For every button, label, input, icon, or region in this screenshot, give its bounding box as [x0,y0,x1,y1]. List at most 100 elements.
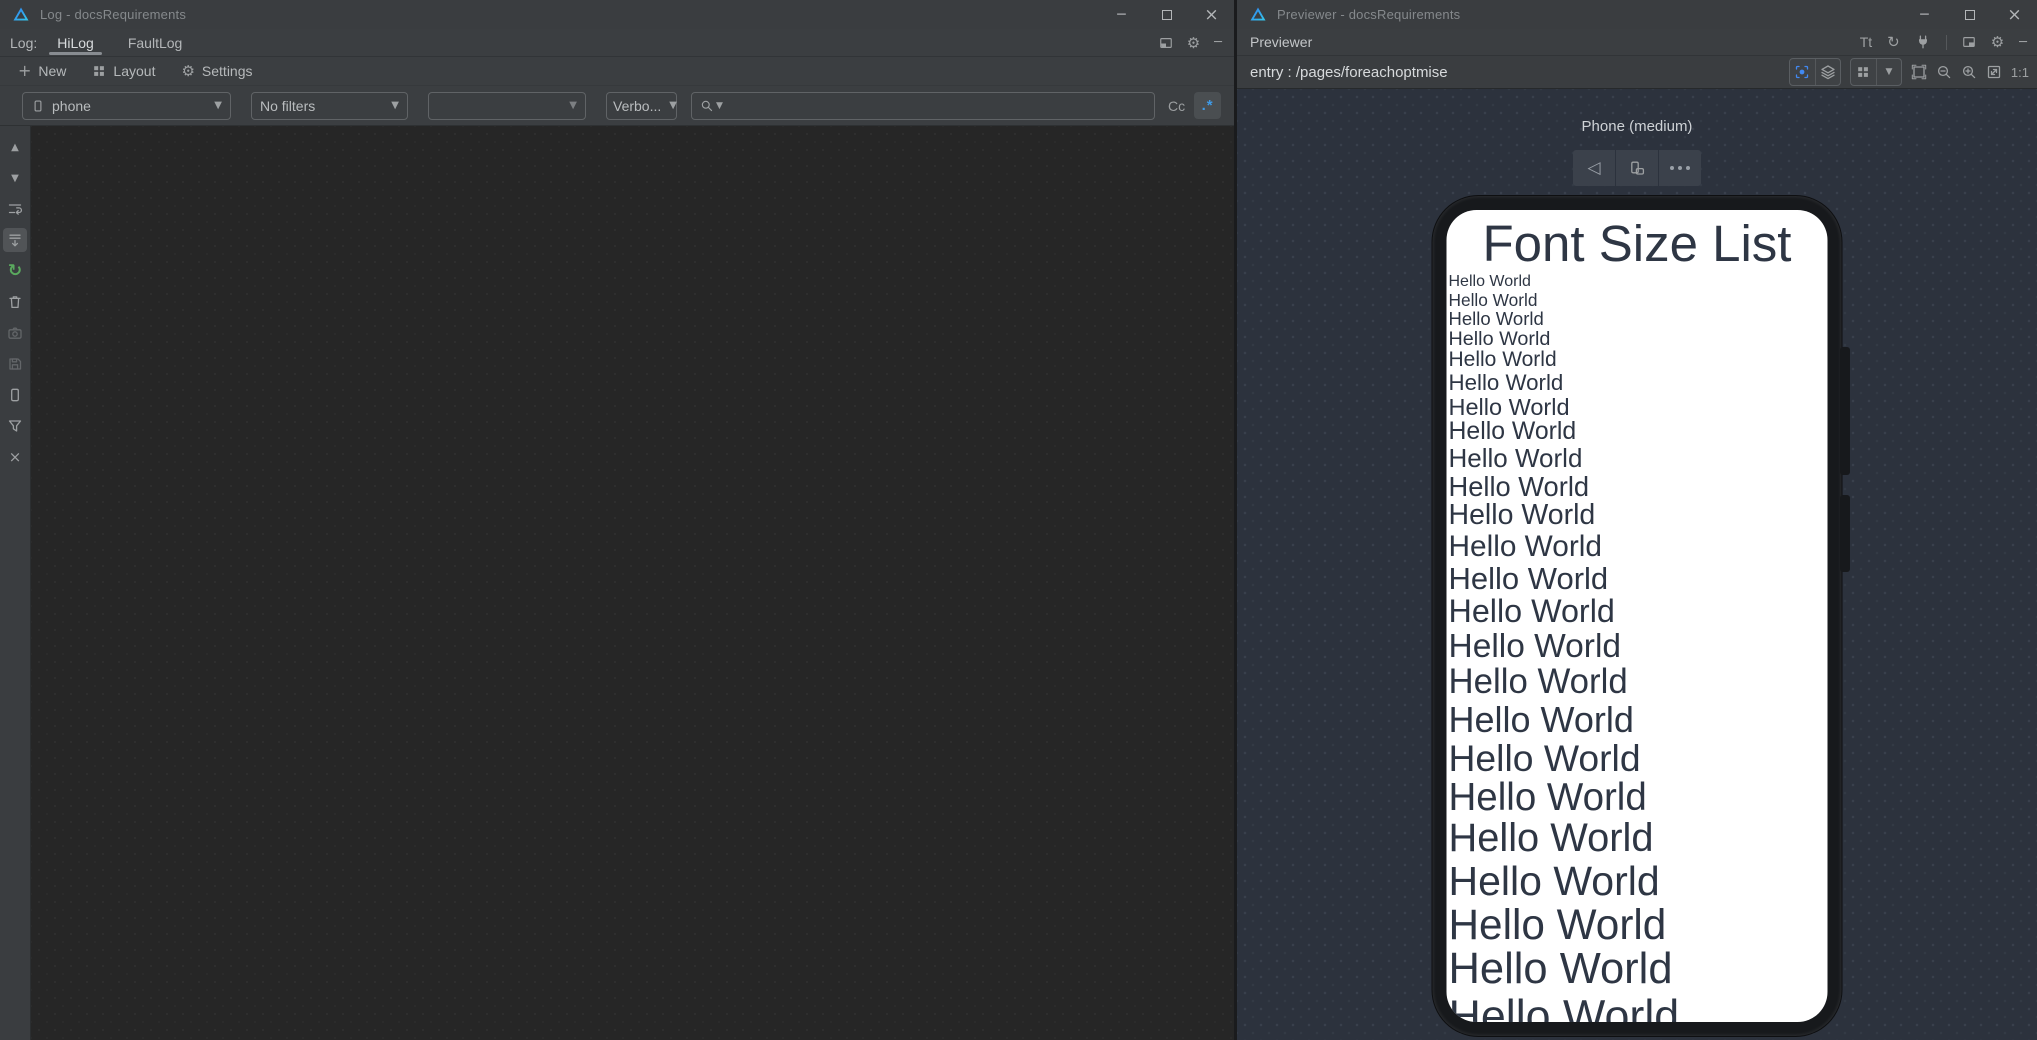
inspector-toggle-group [1788,58,1841,86]
tab-hilog[interactable]: HiLog [49,29,102,56]
chevron-down-icon: ▼ [669,100,677,111]
close-icon[interactable]: × [1992,0,2037,29]
regex-toggle[interactable]: .* [1194,92,1222,119]
maximize-icon[interactable] [1144,0,1189,29]
process-select[interactable]: ▼ [428,91,586,120]
export-log-icon[interactable] [3,352,27,376]
tab-faultlog[interactable]: FaultLog [122,29,188,56]
plugin-icon[interactable] [1915,34,1931,50]
app-title: Font Size List [1482,215,1792,272]
layers-button[interactable] [1814,59,1840,85]
search-icon [701,100,713,111]
previewer-titlebar: Previewer - docsRequirements ─ × [1237,0,2037,29]
hello-world-text: Hello World [1448,816,1654,861]
settings-button[interactable]: ⚙ Settings [181,62,252,80]
hello-world-text: Hello World [1448,273,1531,291]
grid-view-button[interactable] [1851,59,1876,85]
scroll-to-end-icon[interactable] [3,228,27,252]
gear-icon[interactable]: ⚙ [1991,33,2004,51]
rotate-device-button[interactable] [1615,150,1658,186]
previewer-panel-title: Previewer [1250,34,1313,50]
phone-volume-button [1840,347,1850,475]
scroll-to-top-icon[interactable]: ▲ [3,135,27,159]
device-profile-label: Phone (medium) [1581,118,1693,135]
layers-icon [1821,65,1835,80]
zoom-ratio-button[interactable]: 1:1 [2011,65,2029,80]
search-options-chevron-icon[interactable]: ▼ [716,101,723,111]
refresh-icon[interactable]: ↻ [1887,33,1900,51]
log-search-box: ▼ [691,91,1155,120]
layout-panel-icon[interactable] [1962,35,1976,49]
view-mode-dropdown[interactable]: ▼ [1875,59,1901,85]
entry-bar: entry : /pages/foreachoptmise ▼ 1:1 [1237,56,2037,89]
scroll-to-bottom-icon[interactable]: ▼ [3,166,27,190]
inspect-mode-button[interactable] [1790,59,1815,85]
inspect-icon [1796,65,1809,79]
soft-wrap-icon[interactable] [3,197,27,221]
entry-path: entry : /pages/foreachoptmise [1250,63,1448,81]
hello-world-text: Hello World [1448,628,1622,666]
minimize-icon[interactable]: ─ [1902,0,1947,29]
back-button[interactable]: ◁ [1573,150,1615,186]
log-side-toolbar: ▲ ▼ ↻ × [0,126,31,1040]
frame-bounds-icon[interactable] [1911,64,1927,80]
hello-world-text: Hello World [1448,945,1673,994]
hide-panel-icon[interactable]: ─ [1214,35,1222,50]
hello-world-list: Hello World Hello World Hello World Hell… [1447,273,1828,1022]
phone-screen[interactable]: Font Size List Hello World Hello World H… [1446,210,1828,1022]
maximize-icon[interactable] [1947,0,1992,29]
hello-world-text: Hello World [1448,775,1647,819]
fit-to-screen-icon[interactable] [1986,64,2002,80]
hello-world-text: Hello World [1448,530,1602,564]
hello-world-text: Hello World [1448,348,1557,372]
close-icon[interactable]: × [1189,0,1234,29]
log-output-area[interactable] [31,126,1234,1040]
chevron-down-icon: ▼ [214,100,222,111]
hello-world-text: Hello World [1448,289,1538,310]
minimize-icon[interactable]: ─ [1099,0,1144,29]
hello-world-text: Hello World [1448,499,1596,532]
device-select[interactable]: phone ▼ [22,91,231,120]
more-options-button[interactable] [1658,150,1701,186]
log-body: ▲ ▼ ↻ × [0,126,1234,1040]
screenshot-icon[interactable] [3,321,27,345]
log-filterrow: phone ▼ No filters ▼ ▼ Verbo... ▼ ▼ Cc .… [0,86,1234,126]
rotate-device-icon [1631,161,1645,175]
hello-world-text: Hello World [1448,901,1667,948]
hello-world-text: Hello World [1448,393,1570,420]
hello-world-text: Hello World [1448,662,1628,702]
layout-panel-icon[interactable] [1159,36,1173,50]
filter-funnel-icon[interactable] [3,414,27,438]
log-window-controls: ─ × [1099,0,1234,29]
device-controls: ◁ [1573,150,1701,186]
hide-panel-icon[interactable]: ─ [2019,35,2027,50]
restart-session-icon[interactable]: ↻ [3,259,27,283]
layout-button[interactable]: Layout [92,63,155,79]
log-search-input[interactable] [722,97,1146,114]
new-button[interactable]: + New [18,63,66,80]
gear-icon[interactable]: ⚙ [1187,34,1200,52]
log-tabrow: Log: HiLog FaultLog ⚙ ─ [0,29,1234,57]
hello-world-text: Hello World [1448,560,1609,596]
log-label: Log: [10,34,38,51]
zoom-out-icon[interactable] [1936,64,1952,80]
font-settings-icon[interactable]: Tt [1860,34,1872,50]
log-actionrow: + New Layout ⚙ Settings [0,57,1234,86]
close-panel-icon[interactable]: × [3,445,27,469]
device-manager-icon[interactable] [3,383,27,407]
log-level-select[interactable]: Verbo... ▼ [606,91,677,120]
zoom-in-icon[interactable] [1961,64,1977,80]
divider [1945,34,1947,50]
deveco-logo-icon [1250,7,1266,20]
layout-grid-icon [94,66,105,76]
filter-select[interactable]: No filters ▼ [251,91,408,120]
phone-icon [34,99,42,112]
chevron-down-icon: ▼ [569,100,577,111]
clear-log-icon[interactable] [3,290,27,314]
previewer-window-title: Previewer - docsRequirements [1277,7,1461,22]
ellipsis-icon [1670,166,1690,170]
previewer-canvas[interactable]: Phone (medium) ◁ Font Size List Hello Wo… [1237,89,2037,1040]
hello-world-text: Hello World [1448,370,1564,396]
settings-gear-icon: ⚙ [181,62,195,80]
match-case-toggle[interactable]: Cc [1168,98,1185,114]
